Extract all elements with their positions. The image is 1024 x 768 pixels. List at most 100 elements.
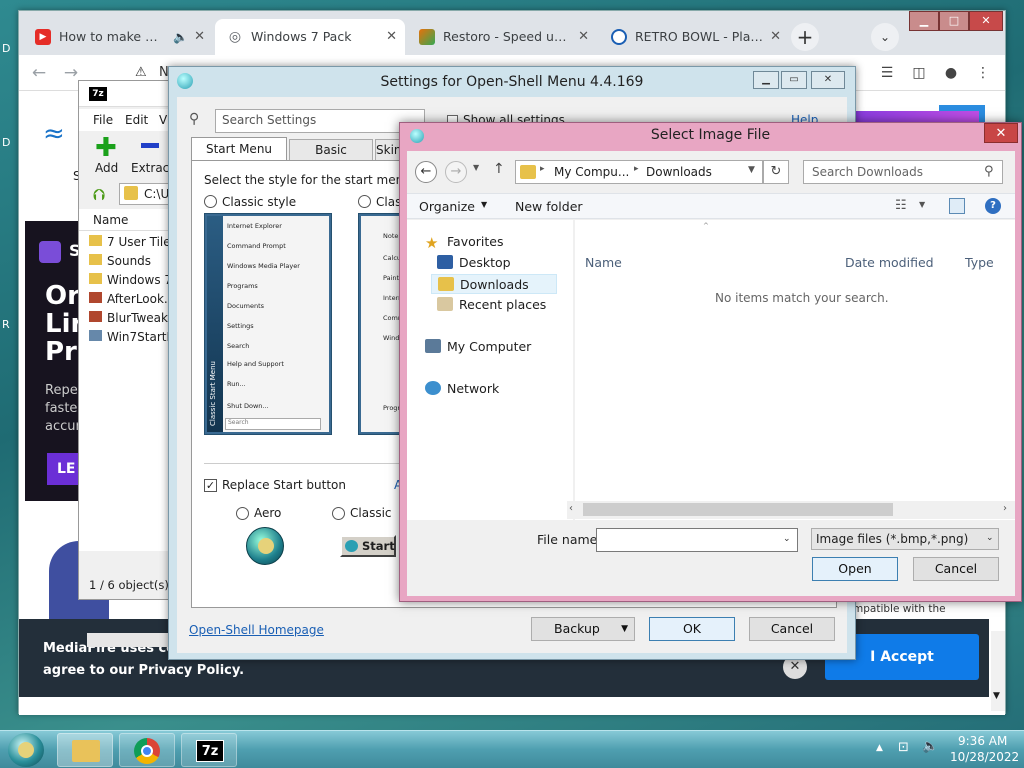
backup-button[interactable]: Backup ▼ bbox=[531, 617, 635, 641]
dialog-close-button[interactable]: ✕ bbox=[984, 123, 1018, 143]
dialog-cancel-button[interactable]: Cancel bbox=[913, 557, 999, 581]
side-panel-icon[interactable]: ◫ bbox=[907, 61, 931, 85]
maximize-button[interactable]: □ bbox=[939, 11, 969, 31]
horizontal-scrollbar[interactable]: ‹ › bbox=[567, 501, 1015, 519]
tab-basic-settings[interactable]: Basic Settings bbox=[289, 139, 373, 177]
tab-retrobowl[interactable]: RETRO BOWL - Play Re ✕ bbox=[599, 19, 789, 55]
homepage-link[interactable]: Open-Shell Homepage bbox=[189, 623, 324, 637]
extract-icon[interactable] bbox=[141, 143, 159, 148]
view-dropdown-icon[interactable]: ▼ bbox=[919, 200, 925, 209]
classic-preview[interactable]: Classic Start Menu Internet Explorer Com… bbox=[204, 213, 332, 435]
list-item[interactable]: Win7StartB bbox=[89, 328, 177, 346]
classic-style-radio[interactable] bbox=[204, 195, 217, 208]
horizontal-scrollbar[interactable] bbox=[87, 633, 177, 647]
list-item[interactable]: BlurTweake bbox=[89, 309, 177, 327]
reading-list-icon[interactable]: ☰ bbox=[875, 61, 899, 85]
minimize-button[interactable]: ▁ bbox=[909, 11, 939, 31]
view-options-icon[interactable]: ☷ bbox=[895, 198, 907, 213]
organize-button[interactable]: Organize bbox=[419, 199, 475, 214]
nav-downloads[interactable]: Downloads bbox=[431, 274, 557, 294]
menu-edit[interactable]: Edit bbox=[125, 113, 148, 127]
scroll-down-icon[interactable]: ▼ bbox=[993, 691, 1000, 701]
list-item[interactable]: AfterLook.p bbox=[89, 290, 177, 308]
close-tab-icon[interactable]: ✕ bbox=[386, 19, 397, 55]
taskbar-explorer[interactable] bbox=[57, 733, 113, 767]
chevron-down-icon[interactable]: ▼ bbox=[748, 165, 755, 175]
taskbar-chrome[interactable] bbox=[119, 733, 175, 767]
search-settings-input[interactable]: Search Settings bbox=[215, 109, 425, 133]
column-name[interactable]: Name bbox=[93, 213, 128, 227]
classic-style2-radio[interactable] bbox=[358, 195, 371, 208]
tab-start-menu-style[interactable]: Start Menu Style bbox=[191, 137, 287, 178]
page-scrollbar[interactable]: ▼ bbox=[991, 631, 1005, 711]
new-folder-button[interactable]: New folder bbox=[515, 199, 583, 214]
tab-skin[interactable]: Skin bbox=[375, 139, 401, 161]
scroll-right-icon[interactable]: › bbox=[1003, 503, 1007, 514]
cancel-button[interactable]: Cancel bbox=[749, 617, 835, 641]
column-date-modified[interactable]: Date modified bbox=[845, 255, 934, 270]
close-window-button[interactable]: ✕ bbox=[969, 11, 1003, 31]
search-downloads-input[interactable]: Search Downloads ⚲ bbox=[803, 160, 1003, 184]
close-tab-icon[interactable]: ✕ bbox=[770, 19, 781, 55]
file-name: Sounds bbox=[107, 254, 152, 268]
tab-youtube[interactable]: ▶ How to make Wind 🔈 ✕ bbox=[23, 19, 213, 55]
nav-favorites[interactable]: ★ Favorites bbox=[425, 232, 503, 252]
new-tab-button[interactable]: + bbox=[791, 23, 819, 51]
show-hidden-icons[interactable]: ▲ bbox=[876, 743, 883, 753]
classic-radio[interactable] bbox=[332, 507, 345, 520]
filename-dropdown-icon[interactable]: ⌄ bbox=[783, 534, 791, 544]
list-item[interactable]: Sounds bbox=[89, 252, 177, 270]
help-icon[interactable]: ? bbox=[985, 198, 1001, 214]
tab-windows7pack[interactable]: ◎ Windows 7 Pack ✕ bbox=[215, 19, 405, 55]
profile-icon[interactable]: ● bbox=[939, 61, 963, 85]
open-button[interactable]: Open bbox=[812, 557, 898, 581]
replace-start-checkbox[interactable]: ✓ bbox=[204, 479, 217, 492]
scroll-left-icon[interactable]: ‹ bbox=[569, 503, 573, 514]
nav-recent-places[interactable]: Recent places bbox=[437, 295, 546, 315]
tab-search-button[interactable]: ⌄ bbox=[871, 23, 899, 51]
filename-input[interactable]: ⌄ bbox=[596, 528, 798, 552]
up-folder-icon[interactable]: ⮉ bbox=[93, 185, 105, 205]
column-name[interactable]: Name bbox=[585, 255, 622, 270]
volume-icon[interactable]: 🔈 bbox=[922, 739, 938, 754]
scroll-thumb[interactable] bbox=[583, 503, 893, 516]
menu-icon[interactable]: ⋮ bbox=[971, 61, 995, 85]
refresh-icon[interactable]: ↻ bbox=[763, 160, 789, 184]
preview-pane-icon[interactable] bbox=[949, 198, 965, 214]
organize-dropdown-icon: ▼ bbox=[481, 200, 488, 209]
nav-network[interactable]: Network bbox=[425, 379, 499, 399]
classic-label: Classic bbox=[350, 506, 392, 520]
column-type[interactable]: Type bbox=[965, 255, 994, 270]
up-icon[interactable]: ↑ bbox=[493, 161, 505, 177]
maximize-button[interactable]: ▭ bbox=[781, 71, 807, 89]
recent-locations-icon[interactable]: ▼ bbox=[473, 163, 479, 172]
breadcrumb-downloads[interactable]: Downloads bbox=[646, 165, 712, 179]
breadcrumb-computer[interactable]: My Compu... bbox=[554, 165, 629, 179]
close-tab-icon[interactable]: ✕ bbox=[194, 19, 205, 55]
network-tray-icon[interactable]: ⊡ bbox=[898, 740, 909, 755]
clock-time[interactable]: 9:36 AM bbox=[958, 734, 1007, 748]
aero-radio[interactable] bbox=[236, 507, 249, 520]
forward-icon[interactable]: → bbox=[445, 161, 467, 183]
back-icon[interactable]: ← bbox=[27, 61, 51, 85]
close-button[interactable]: ✕ bbox=[811, 71, 845, 89]
tab-restoro[interactable]: Restoro - Speed up my ✕ bbox=[407, 19, 597, 55]
add-button-label[interactable]: Add bbox=[95, 161, 118, 175]
list-item[interactable]: Windows 7 bbox=[89, 271, 177, 289]
taskbar-7zip[interactable]: 7z bbox=[181, 733, 237, 767]
clock-date[interactable]: 10/28/2022 bbox=[950, 750, 1019, 764]
minimize-button[interactable]: ▁ bbox=[753, 71, 779, 89]
start-button[interactable] bbox=[8, 733, 44, 767]
preview-item: Settings bbox=[227, 322, 254, 330]
close-tab-icon[interactable]: ✕ bbox=[578, 19, 589, 55]
add-icon[interactable]: ✚ bbox=[95, 135, 117, 161]
menu-file[interactable]: File bbox=[93, 113, 113, 127]
list-item[interactable]: 7 User Tiles bbox=[89, 233, 177, 251]
breadcrumb[interactable]: ▸ My Compu... ▸ Downloads ▼ bbox=[515, 160, 763, 184]
folder-icon bbox=[89, 273, 102, 284]
ok-button[interactable]: OK bbox=[649, 617, 735, 641]
nav-my-computer[interactable]: My Computer bbox=[425, 337, 531, 357]
file-type-select[interactable]: Image files (*.bmp,*.png) ⌄ bbox=[811, 528, 999, 550]
nav-desktop[interactable]: Desktop bbox=[437, 253, 511, 273]
back-icon[interactable]: ← bbox=[415, 161, 437, 183]
